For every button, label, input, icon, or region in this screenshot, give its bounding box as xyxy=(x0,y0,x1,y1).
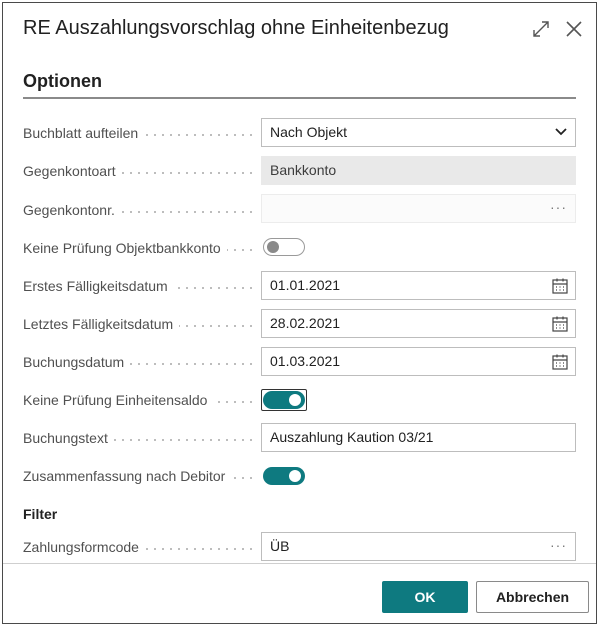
buchblatt-label: Buchblatt aufteilen xyxy=(23,125,145,141)
buchblatt-select[interactable]: Nach Objekt xyxy=(261,118,576,147)
footer-divider xyxy=(3,563,596,564)
letztes-faelligkeitsdatum-label: Letztes Fälligkeitsdatum xyxy=(23,316,180,332)
buchungstext-value: Auszahlung Kaution 03/21 xyxy=(270,429,434,445)
keine-pruefung-einheitensaldo-toggle[interactable] xyxy=(263,391,305,409)
gegenkontonr-field[interactable]: ··· xyxy=(261,194,576,223)
erstes-faelligkeitsdatum-label: Erstes Fälligkeitsdatum xyxy=(23,278,174,294)
gegenkontoart-field: Bankkonto xyxy=(261,156,576,185)
calendar-icon[interactable] xyxy=(551,315,569,333)
buchblatt-value: Nach Objekt xyxy=(270,124,348,140)
zahlungsformcode-value: ÜB xyxy=(270,538,290,554)
keine-pruefung-einheitensaldo-label: Keine Prüfung Einheitensaldo xyxy=(23,392,214,408)
ok-button[interactable]: OK xyxy=(382,581,468,613)
gegenkontoart-label: Gegenkontoart xyxy=(23,163,122,179)
lookup-ellipsis-icon[interactable]: ··· xyxy=(550,194,567,221)
section-divider xyxy=(23,97,576,99)
buchungsdatum-input[interactable]: 01.03.2021 xyxy=(261,347,576,376)
options-form: Buchblatt aufteilen Nach Objekt Gegenkon… xyxy=(3,101,596,563)
zusammenfassung-debitor-toggle[interactable] xyxy=(263,467,305,485)
expand-icon[interactable] xyxy=(530,18,552,40)
buchungsdatum-label: Buchungsdatum xyxy=(23,354,131,370)
keine-pruefung-objektbankkonto-toggle[interactable] xyxy=(263,238,305,256)
keine-pruefung-objektbankkonto-label: Keine Prüfung Objektbankkonto xyxy=(23,240,227,256)
letztes-faelligkeitsdatum-input[interactable]: 28.02.2021 xyxy=(261,309,576,338)
zahlungsformcode-input[interactable]: ÜB ··· xyxy=(261,532,576,561)
filter-heading: Filter xyxy=(23,506,58,522)
section-title-optionen[interactable]: Optionen xyxy=(23,71,102,92)
letztes-faelligkeitsdatum-value: 28.02.2021 xyxy=(270,315,341,331)
close-icon[interactable] xyxy=(563,18,585,40)
erstes-faelligkeitsdatum-value: 01.01.2021 xyxy=(270,277,341,293)
lookup-ellipsis-icon[interactable]: ··· xyxy=(550,532,567,559)
gegenkontonr-label: Gegenkontonr. xyxy=(23,202,121,218)
erstes-faelligkeitsdatum-input[interactable]: 01.01.2021 xyxy=(261,271,576,300)
calendar-icon[interactable] xyxy=(551,353,569,371)
toggle-knob xyxy=(289,394,301,406)
buchungstext-label: Buchungstext xyxy=(23,430,114,446)
zahlungsformcode-label: Zahlungsformcode xyxy=(23,539,145,555)
toggle-knob xyxy=(267,241,279,253)
buchungstext-input[interactable]: Auszahlung Kaution 03/21 xyxy=(261,423,576,452)
chevron-down-icon xyxy=(555,128,567,136)
calendar-icon[interactable] xyxy=(551,277,569,295)
buchungsdatum-value: 01.03.2021 xyxy=(270,353,341,369)
zusammenfassung-debitor-label: Zusammenfassung nach Debitor xyxy=(23,468,232,484)
dialog: RE Auszahlungsvorschlag ohne Einheitenbe… xyxy=(2,2,597,624)
gegenkontoart-value: Bankkonto xyxy=(270,162,337,178)
dialog-title: RE Auszahlungsvorschlag ohne Einheitenbe… xyxy=(23,17,449,39)
toggle-knob xyxy=(289,470,301,482)
cancel-button[interactable]: Abbrechen xyxy=(476,581,589,613)
